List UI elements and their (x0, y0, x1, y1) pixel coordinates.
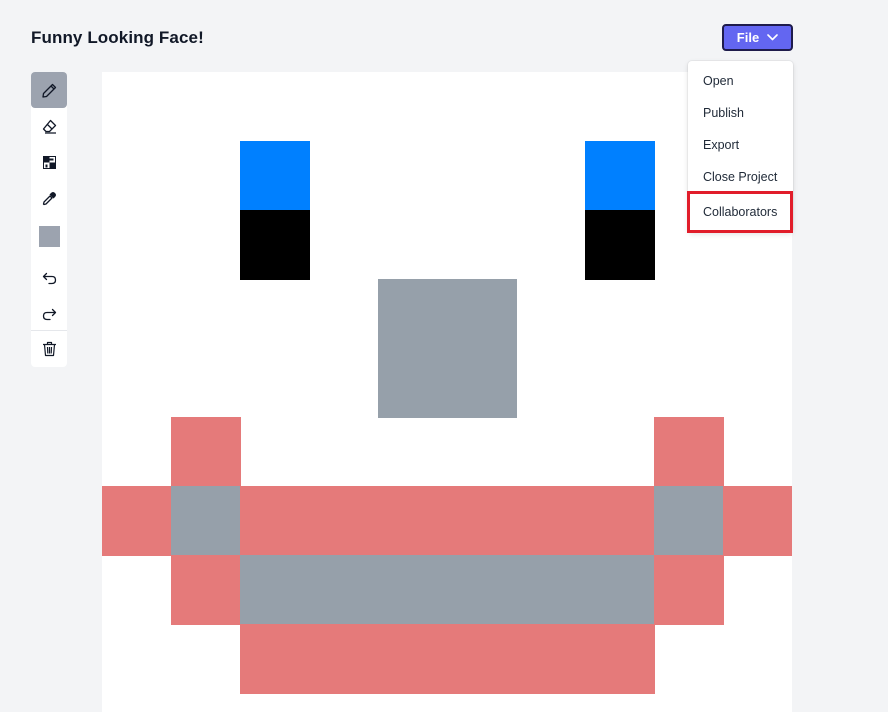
pixel-cell[interactable] (240, 624, 310, 694)
pixel-cell[interactable] (585, 210, 655, 280)
undo-icon (42, 272, 57, 285)
eyedropper-icon (41, 191, 57, 207)
current-color-swatch[interactable] (31, 218, 67, 254)
pixel-cell[interactable] (171, 417, 241, 487)
color-swatch (38, 225, 60, 247)
clear-canvas-button[interactable] (31, 331, 67, 367)
fill-tool-button[interactable] (31, 144, 67, 180)
menu-item-open[interactable]: Open (688, 65, 793, 97)
pixel-cell[interactable] (240, 486, 310, 556)
pixel-cell[interactable] (516, 555, 586, 625)
fill-icon (42, 155, 56, 169)
menu-item-export[interactable]: Export (688, 129, 793, 161)
file-dropdown-menu: Open Publish Export Close Project Collab… (687, 61, 793, 233)
eyedropper-tool-button[interactable] (31, 180, 67, 218)
pixel-cell[interactable] (309, 486, 379, 556)
pixel-cell[interactable] (654, 486, 724, 556)
pixel-cell[interactable] (309, 624, 379, 694)
pixel-cell[interactable] (585, 624, 655, 694)
menu-item-publish[interactable]: Publish (688, 97, 793, 129)
pixel-cell[interactable] (447, 279, 517, 349)
pixel-cell[interactable] (102, 486, 172, 556)
pixel-cell[interactable] (516, 486, 586, 556)
pixel-cell[interactable] (378, 279, 448, 349)
redo-button[interactable] (31, 296, 67, 332)
pixel-cell[interactable] (378, 624, 448, 694)
file-button-label: File (736, 30, 760, 45)
menu-item-collaborators[interactable]: Collaborators (687, 191, 793, 233)
pixel-cell[interactable] (240, 555, 310, 625)
pixel-cell[interactable] (447, 555, 517, 625)
undo-button[interactable] (31, 260, 67, 296)
pixel-cell[interactable] (240, 141, 310, 211)
trash-icon (42, 341, 57, 357)
pixel-cell[interactable] (378, 348, 448, 418)
pencil-icon (41, 82, 58, 99)
pixel-cell[interactable] (585, 141, 655, 211)
pixel-cell[interactable] (171, 555, 241, 625)
pixel-cell[interactable] (171, 486, 241, 556)
chevron-down-icon (767, 34, 779, 41)
eraser-tool-button[interactable] (31, 108, 67, 144)
pixel-cell[interactable] (309, 555, 379, 625)
pixel-cell[interactable] (447, 486, 517, 556)
pixel-cell[interactable] (723, 486, 792, 556)
pixel-cell[interactable] (447, 624, 517, 694)
pencil-tool-button[interactable] (31, 72, 67, 108)
menu-item-close-project[interactable]: Close Project (688, 161, 793, 193)
pixel-cell[interactable] (240, 210, 310, 280)
tool-palette (31, 72, 67, 367)
eraser-icon (41, 118, 58, 135)
pixel-cell[interactable] (654, 417, 724, 487)
pixel-cell[interactable] (447, 348, 517, 418)
pixel-cell[interactable] (654, 555, 724, 625)
redo-icon (42, 308, 57, 321)
pixel-cell[interactable] (585, 486, 655, 556)
pixel-cell[interactable] (378, 486, 448, 556)
pixel-cell[interactable] (378, 555, 448, 625)
pixel-cell[interactable] (585, 555, 655, 625)
file-menu-button[interactable]: File (722, 24, 793, 51)
page-title: Funny Looking Face! (31, 28, 204, 47)
pixel-cell[interactable] (516, 624, 586, 694)
